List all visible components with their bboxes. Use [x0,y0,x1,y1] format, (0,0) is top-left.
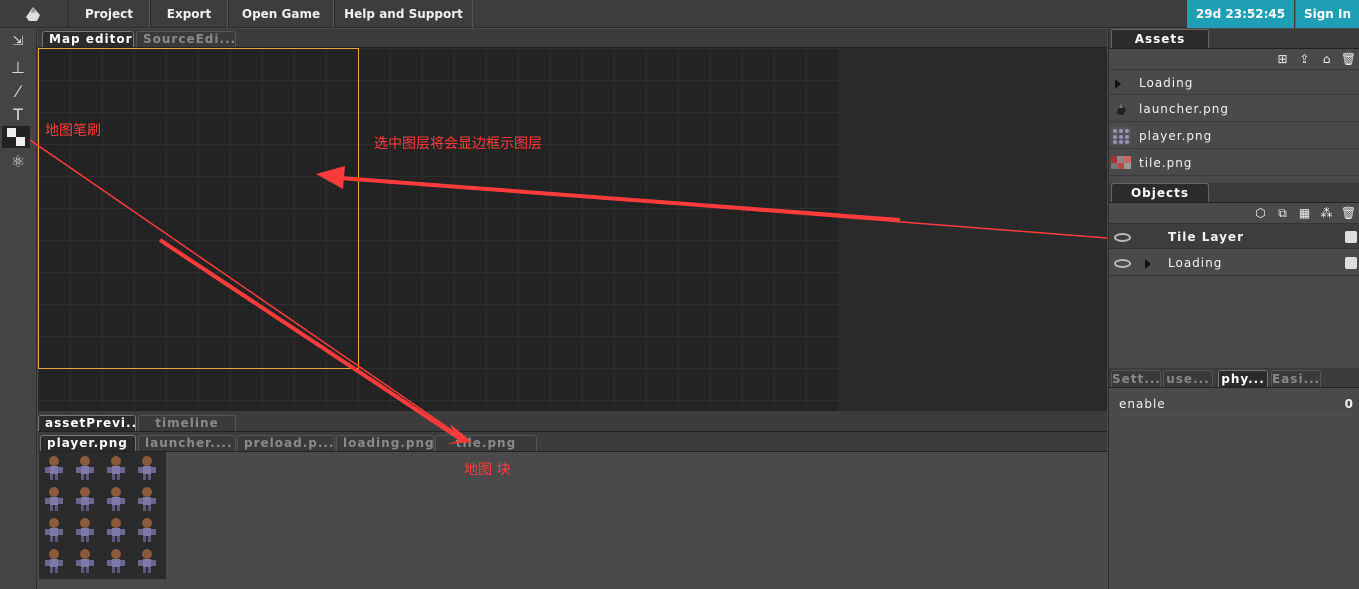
asset-label: tile.png [1139,156,1193,170]
tab-preload-png[interactable]: preload.p... [237,435,335,451]
tab-player-png[interactable]: player.png [40,435,136,451]
menu-help-support[interactable]: Help and Support [334,0,473,28]
sprite-frame [107,549,125,573]
text-tool-icon[interactable]: T [4,104,32,126]
expand-caret-icon[interactable] [1115,79,1121,89]
sprite-frame [45,518,63,542]
tab-tile-png[interactable]: tile.png [435,435,537,451]
map-canvas-outside[interactable] [838,48,1107,411]
sprite-frame [76,549,94,573]
menu-export[interactable]: Export [150,0,228,28]
object-loading[interactable]: Loading [1109,250,1359,276]
sprite-frame [76,518,94,542]
object-tile-layer[interactable]: Tile Layer [1109,223,1359,249]
lock-icon[interactable] [1345,231,1357,243]
property-enable[interactable]: enable 0 [1119,393,1354,415]
sprite-frame [76,456,94,480]
delete-object-icon[interactable]: 🗑 [1340,205,1357,221]
annotation-layer-border: 选中图层将会显边框示图层 [374,136,542,152]
delete-icon[interactable]: 🗑 [1340,51,1357,67]
annotation-map-brush: 地图笔刷 [45,123,101,139]
object-label: Loading [1168,256,1223,270]
particle-tool-icon[interactable]: ⚛ [4,151,32,173]
sprite-frame [138,518,156,542]
new-file-icon[interactable]: ⌂ [1318,51,1335,67]
object-label: Tile Layer [1168,230,1244,244]
selected-layer-border [38,48,359,369]
objects-tabbar: Objects [1109,183,1359,203]
sprite-frame [138,487,156,511]
asset-item-tile[interactable]: tile.png [1109,150,1359,176]
tab-source-editor[interactable]: SourceEdi... [136,31,236,47]
tab-map-editor[interactable]: Map editor [42,31,134,47]
visibility-eye-icon[interactable] [1114,233,1131,242]
asset-item-loading[interactable]: Loading [1109,69,1359,95]
group-icon[interactable]: ⁂ [1318,205,1335,221]
sprite-frame [138,549,156,573]
duplicate-icon[interactable]: ⧉ [1274,205,1291,221]
assets-toolbar: ⊞ ⇪ ⌂ 🗑 [1274,51,1357,69]
preview-tabstrip: player.png launcher.... preload.p... loa… [38,432,1107,452]
property-name: enable [1119,397,1166,411]
sprite-frame [107,456,125,480]
app-window: Project Export Open Game Help and Suppor… [0,0,1359,589]
asset-item-player[interactable]: player.png [1109,123,1359,149]
sprite-frame [107,518,125,542]
grid-icon[interactable]: ▦ [1296,205,1313,221]
sprite-frame [76,487,94,511]
tab-timeline[interactable]: timeline [138,415,236,431]
add-folder-icon[interactable]: ⊞ [1274,51,1291,67]
property-value[interactable]: 0 [1345,393,1354,415]
player-thumbnail-icon [1111,127,1131,145]
asset-label: player.png [1139,129,1213,143]
right-panel: Assets ⊞ ⇪ ⌂ 🗑 Loading launcher.png play… [1108,29,1359,589]
lock-icon[interactable] [1345,257,1357,269]
map-brush-tool-icon[interactable] [2,126,30,148]
expand-caret-icon[interactable] [1145,259,1151,269]
sprite-frame [138,456,156,480]
upload-icon[interactable]: ⇪ [1296,51,1313,67]
asset-preview-area [38,452,1107,589]
launcher-thumbnail-icon [1116,103,1126,115]
menu-project[interactable]: Project [68,0,150,28]
logo-icon[interactable] [22,3,44,25]
tab-easing[interactable]: Easi... [1271,370,1321,387]
tab-launcher-png[interactable]: launcher.... [138,435,236,451]
tile-thumbnail-icon [1111,156,1131,169]
tool-palette: ⇲ ⊥ ⁄ T ⚛ [0,29,37,589]
tab-objects[interactable]: Objects [1111,183,1209,202]
tab-loading-png[interactable]: loading.png [336,435,434,451]
asset-item-launcher[interactable]: launcher.png [1109,96,1359,122]
tab-assets[interactable]: Assets [1111,29,1209,48]
editor-tabstrip: Map editor SourceEdi... [38,29,1107,48]
menu-open-game[interactable]: Open Game [228,0,334,28]
stamp-tool-icon[interactable]: ⊥ [4,57,32,79]
countdown-timer: 29d 23:52:45 [1187,0,1294,28]
asset-label: launcher.png [1139,102,1229,116]
objects-toolbar: ⬡ ⧉ ▦ ⁂ 🗑 [1252,205,1357,223]
brush-tool-icon[interactable]: ⁄ [4,81,32,103]
visibility-eye-icon[interactable] [1114,259,1131,268]
assets-tabbar: Assets [1109,29,1359,49]
settings-tabbar: Sett... use... phy... Easi... [1109,368,1359,388]
sprite-frame [45,549,63,573]
move-tool-icon[interactable]: ⇲ [4,31,32,53]
tab-settings[interactable]: Sett... [1111,370,1161,387]
sprite-frame [45,487,63,511]
player-sprite-sheet[interactable] [39,452,166,579]
tab-physics[interactable]: phy... [1218,370,1268,387]
bottom-tabstrip: assetPrevi... timeline [38,411,1107,432]
sign-in-button[interactable]: Sign In [1295,0,1359,28]
sprite-frame [107,487,125,511]
top-menu-bar: Project Export Open Game Help and Suppor… [0,0,1359,28]
add-object-icon[interactable]: ⬡ [1252,205,1269,221]
annotation-map-tile: 地图 块 [464,462,511,478]
tab-user[interactable]: use... [1163,370,1213,387]
asset-label: Loading [1139,76,1194,90]
sprite-frame [45,456,63,480]
tab-asset-preview[interactable]: assetPrevi... [38,415,136,431]
